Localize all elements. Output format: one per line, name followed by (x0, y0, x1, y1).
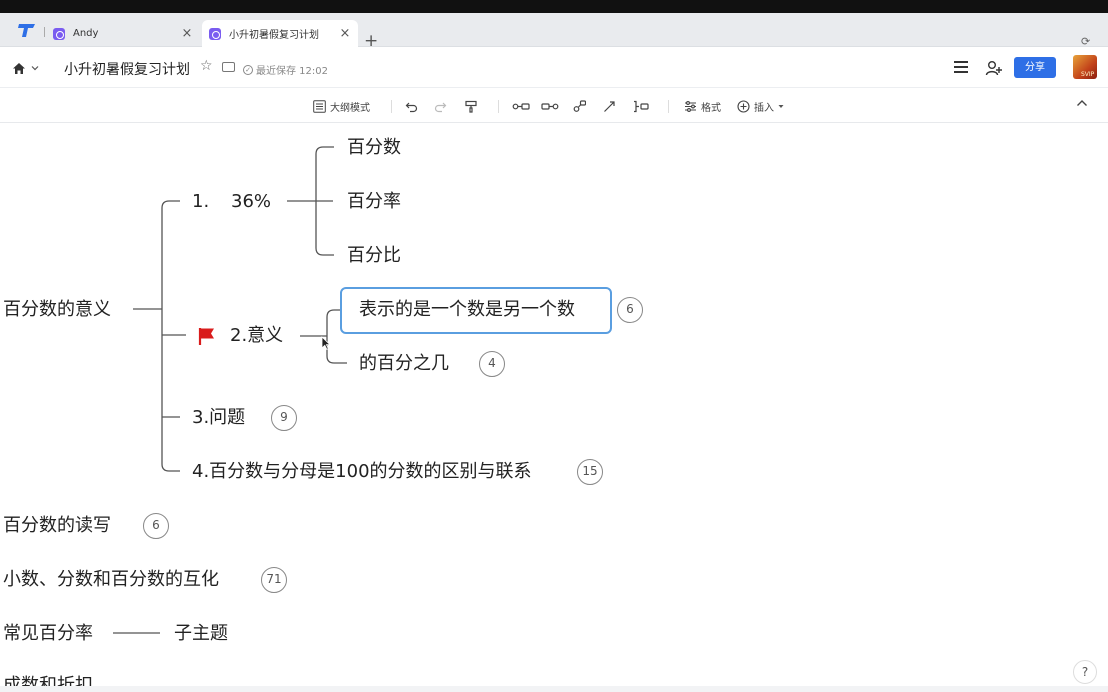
branch2-child-selected[interactable]: 表示的是一个数是另一个数 (359, 299, 575, 321)
home-icon (13, 62, 25, 74)
folder-icon[interactable] (222, 62, 235, 72)
close-icon[interactable]: × (338, 26, 352, 41)
topic-reading-writing[interactable]: 百分数的读写 (3, 515, 111, 537)
count-badge[interactable]: 9 (271, 405, 297, 431)
flag-icon[interactable] (197, 326, 217, 346)
browser-tab-bar: Andy × 小升初暑假复习计划 × + ⟳ (0, 13, 1108, 50)
add-user-icon[interactable] (985, 59, 1003, 77)
count-badge[interactable]: 4 (479, 351, 505, 377)
format-painter-icon (465, 100, 477, 113)
relation-line-button[interactable] (603, 98, 616, 114)
app-logo-icon[interactable] (17, 21, 37, 39)
format-label: 格式 (701, 102, 721, 114)
insert-label: 插入 (754, 102, 774, 114)
tab-title: 小升初暑假复习计划 (229, 30, 319, 41)
save-status-text: 最近保存 12:02 (256, 66, 328, 77)
outline-mode-button[interactable]: 大纲模式 (313, 98, 370, 114)
format-painter-button[interactable] (465, 98, 478, 114)
close-icon[interactable]: × (180, 26, 194, 41)
check-circle-icon: ✓ (243, 64, 253, 75)
insert-sibling-button[interactable] (541, 98, 559, 114)
outline-icon (313, 99, 326, 113)
arrow-line-icon (604, 100, 615, 112)
count-badge[interactable]: 15 (577, 459, 603, 485)
avatar[interactable] (1073, 55, 1097, 79)
topic-common-percentages[interactable]: 常见百分率 (3, 623, 93, 645)
branch4-label[interactable]: 4.百分数与分母是100的分数的区别与联系 (192, 461, 532, 483)
home-button[interactable] (12, 59, 42, 77)
tab-andy[interactable]: Andy × (46, 20, 200, 47)
caret-down-icon (778, 104, 784, 108)
plus-circle-icon (737, 99, 750, 113)
summary-button[interactable] (633, 98, 649, 114)
chevron-up-icon[interactable] (1076, 96, 1088, 111)
undo-icon (405, 102, 418, 112)
window-top-bar (0, 0, 1108, 13)
status-strip (0, 686, 1108, 692)
branch1-child[interactable]: 百分比 (347, 245, 401, 267)
sliders-icon (685, 100, 696, 112)
topic-conversion[interactable]: 小数、分数和百分数的互化 (3, 569, 219, 591)
doc-app-icon (209, 27, 221, 40)
insert-parent-button[interactable] (573, 98, 586, 114)
document-title[interactable]: 小升初暑假复习计划 (64, 59, 190, 79)
share-button[interactable]: 分享 (1014, 57, 1056, 78)
connector-lines (113, 146, 347, 634)
toolbar-divider (668, 100, 669, 113)
branch1-label[interactable]: 1. (192, 191, 209, 213)
topic-discounts[interactable]: 成数和折扣 (3, 675, 93, 686)
summary-bracket-icon (634, 100, 649, 112)
count-badge[interactable]: 6 (617, 297, 643, 323)
branch2-label[interactable]: 2.意义 (230, 325, 283, 347)
sync-icon[interactable]: ⟳ (1081, 35, 1090, 48)
subtopic[interactable]: 子主题 (174, 623, 228, 645)
help-button[interactable]: ? (1073, 660, 1097, 684)
redo-icon (434, 102, 447, 112)
tab-review-plan[interactable]: 小升初暑假复习计划 × (202, 20, 358, 47)
mindmap-toolbar: 大纲模式 格式 插入 (0, 89, 1108, 123)
chevron-down-icon (31, 66, 39, 71)
branch1-value[interactable]: 36% (231, 191, 271, 213)
star-icon[interactable]: ☆ (200, 58, 213, 74)
undo-button[interactable] (405, 98, 418, 114)
insert-child-button[interactable] (512, 98, 530, 114)
branch3-label[interactable]: 3.问题 (192, 407, 245, 429)
toolbar-divider (391, 100, 392, 113)
child-node-icon (512, 102, 530, 110)
tab-separator (44, 27, 45, 37)
sibling-node-icon (541, 102, 559, 110)
insert-button[interactable]: 插入 (737, 98, 784, 114)
doc-app-icon (53, 27, 65, 40)
parent-node-icon (573, 99, 586, 112)
branch1-child[interactable]: 百分率 (347, 191, 401, 213)
count-badge[interactable]: 6 (143, 513, 169, 539)
toolbar-divider (498, 100, 499, 113)
outline-mode-label: 大纲模式 (330, 102, 370, 114)
branch1-child[interactable]: 百分数 (347, 137, 401, 159)
count-badge[interactable]: 71 (261, 567, 287, 593)
format-button[interactable]: 格式 (684, 98, 721, 114)
branch2-child[interactable]: 的百分之几 (359, 353, 449, 375)
redo-button[interactable] (434, 98, 447, 114)
menu-icon[interactable] (954, 61, 968, 73)
tab-title: Andy (73, 28, 99, 39)
root-topic[interactable]: 百分数的意义 (3, 299, 111, 321)
mindmap-canvas[interactable]: 百分数的意义 1. 36% 百分数 百分率 百分比 2.意义 表示的是一个数是另… (0, 124, 1108, 686)
save-status: ✓ 最近保存 12:02 (243, 62, 328, 77)
mouse-cursor-icon (321, 336, 331, 350)
document-header: 小升初暑假复习计划 ☆ ✓ 最近保存 12:02 分享 (0, 48, 1108, 88)
